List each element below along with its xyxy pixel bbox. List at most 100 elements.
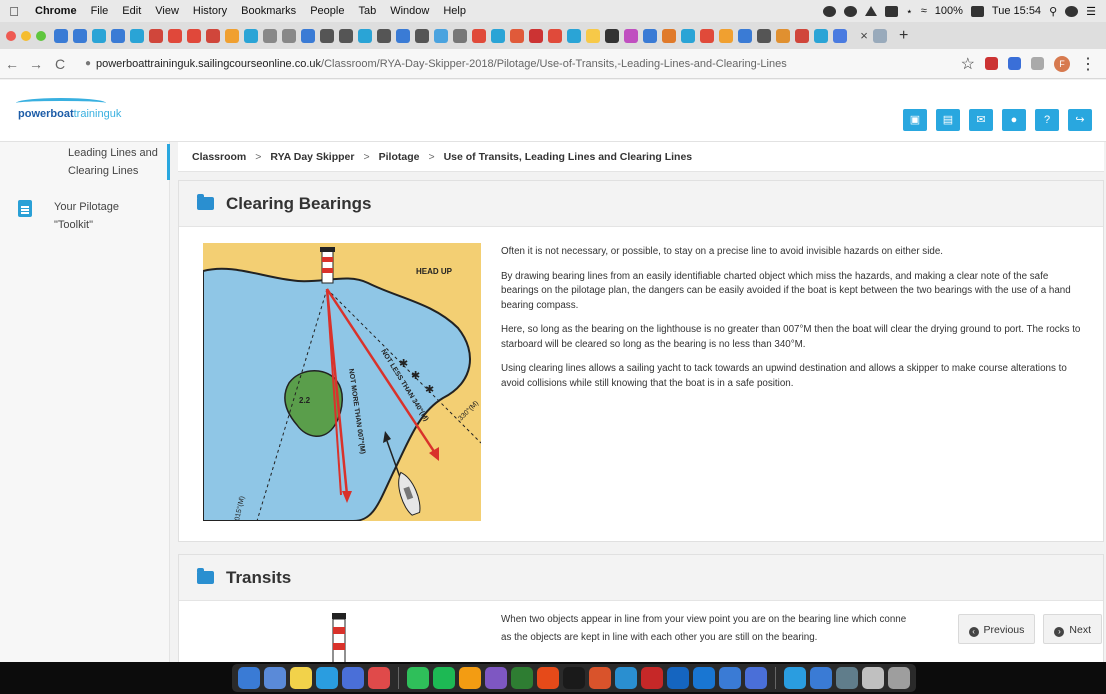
profile-avatar[interactable]: F	[1054, 55, 1070, 72]
dock-app-icon[interactable]	[433, 667, 455, 689]
tab-favicon[interactable]	[377, 28, 391, 43]
menu-app-name[interactable]: Chrome	[28, 5, 84, 17]
tab-favicon[interactable]	[453, 28, 467, 43]
tab-favicon[interactable]	[873, 28, 887, 43]
tab-favicon[interactable]	[605, 28, 619, 43]
back-button[interactable]: ←	[0, 56, 24, 72]
tab-favicon[interactable]	[301, 28, 315, 43]
tab-favicon[interactable]	[776, 28, 790, 43]
tab-favicon[interactable]	[358, 28, 372, 43]
tab-favicon[interactable]	[92, 28, 106, 43]
clock[interactable]: Tue 15:54	[992, 5, 1041, 17]
zoom-window-button[interactable]	[36, 30, 46, 41]
tab-favicon[interactable]	[643, 28, 657, 43]
wifi-icon[interactable]: ≈	[921, 5, 927, 17]
cloud-icon[interactable]	[822, 5, 836, 17]
battery-icon[interactable]	[970, 5, 984, 17]
dock-app-icon[interactable]	[836, 667, 858, 689]
close-tab-icon[interactable]: ×	[855, 28, 873, 43]
menu-bookmarks[interactable]: Bookmarks	[234, 5, 303, 17]
dock-app-icon[interactable]	[745, 667, 767, 689]
dock-app-icon[interactable]	[316, 667, 338, 689]
tab-favicon[interactable]	[339, 28, 353, 43]
site-logo[interactable]: powerboattraininguk	[18, 108, 121, 120]
tab-favicon[interactable]	[434, 28, 448, 43]
dock-app-icon[interactable]	[615, 667, 637, 689]
dock-app-icon[interactable]	[862, 667, 884, 689]
tab-favicon[interactable]	[548, 28, 562, 43]
dock-app-icon[interactable]	[264, 667, 286, 689]
sidebar-item-pilotage-toolkit[interactable]: Your Pilotage "Toolkit"	[0, 198, 170, 234]
extension-icon[interactable]	[985, 57, 998, 70]
mail-icon[interactable]: ✉	[969, 109, 993, 131]
tab-favicon[interactable]	[567, 28, 581, 43]
menu-window[interactable]: Window	[383, 5, 436, 17]
reload-button[interactable]: C	[48, 56, 72, 72]
menu-tab[interactable]: Tab	[351, 5, 383, 17]
tab-favicon[interactable]	[681, 28, 695, 43]
dock-app-icon[interactable]	[589, 667, 611, 689]
menu-view[interactable]: View	[148, 5, 186, 17]
tab-favicon[interactable]	[624, 28, 638, 43]
tab-favicon[interactable]	[472, 28, 486, 43]
dock-app-icon[interactable]	[537, 667, 559, 689]
new-tab-button[interactable]: +	[899, 27, 908, 45]
sidebar-item-leading-lines[interactable]: Leading Lines and Clearing Lines	[0, 144, 170, 180]
extension-icon[interactable]	[1031, 57, 1044, 70]
tab-favicon[interactable]	[510, 28, 524, 43]
tab-favicon[interactable]	[491, 28, 505, 43]
tab-favicon[interactable]	[225, 28, 239, 43]
dock-app-icon[interactable]	[238, 667, 260, 689]
tab-favicon[interactable]	[795, 28, 809, 43]
airplay-icon[interactable]	[884, 5, 898, 17]
user-icon[interactable]: ●	[1002, 109, 1026, 131]
dock-app-icon[interactable]	[693, 667, 715, 689]
tab-favicon[interactable]	[111, 28, 125, 43]
dock-app-icon[interactable]	[641, 667, 663, 689]
menu-people[interactable]: People	[303, 5, 351, 17]
close-window-button[interactable]	[6, 30, 16, 41]
extension-icon[interactable]	[1008, 57, 1021, 70]
menu-edit[interactable]: Edit	[115, 5, 148, 17]
minimize-window-button[interactable]	[21, 30, 31, 41]
dock-app-icon[interactable]	[563, 667, 585, 689]
tab-favicon[interactable]	[263, 28, 277, 43]
tab-favicon[interactable]	[700, 28, 714, 43]
tab-favicon[interactable]	[168, 28, 182, 43]
logout-icon[interactable]: ↪	[1068, 109, 1092, 131]
apple-menu-icon[interactable]: 	[0, 4, 28, 19]
tab-favicon[interactable]	[149, 28, 163, 43]
tab-favicon[interactable]	[73, 28, 87, 43]
cart-icon[interactable]: ▣	[903, 109, 927, 131]
address-bar[interactable]: ● powerboattraininguk.sailingcourseonlin…	[80, 53, 940, 75]
dock-app-icon[interactable]	[810, 667, 832, 689]
tab-favicon[interactable]	[187, 28, 201, 43]
tab-favicon[interactable]	[282, 28, 296, 43]
chrome-menu-icon[interactable]: ⋮	[1080, 54, 1096, 74]
breadcrumb-course[interactable]: RYA Day Skipper	[270, 151, 354, 163]
menu-file[interactable]: File	[84, 5, 116, 17]
dock-app-icon[interactable]	[290, 667, 312, 689]
tab-favicon[interactable]	[206, 28, 220, 43]
bluetooth-icon[interactable]: ⋆	[906, 5, 913, 18]
siri-icon[interactable]	[1065, 5, 1079, 17]
menu-history[interactable]: History	[186, 5, 234, 17]
tab-favicon[interactable]	[130, 28, 144, 43]
spotlight-icon[interactable]: ⚲	[1049, 5, 1057, 18]
help-icon[interactable]: ?	[1035, 109, 1059, 131]
dock-app-icon[interactable]	[784, 667, 806, 689]
breadcrumb-classroom[interactable]: Classroom	[192, 151, 246, 163]
dock-app-icon[interactable]	[667, 667, 689, 689]
notification-center-icon[interactable]: ☰	[1086, 5, 1096, 18]
forward-button[interactable]: →	[24, 56, 48, 72]
lock-icon[interactable]: ●	[80, 58, 96, 69]
dock-app-icon[interactable]	[407, 667, 429, 689]
tab-favicon[interactable]	[833, 28, 847, 43]
dock-app-icon[interactable]	[368, 667, 390, 689]
dock-app-icon[interactable]	[459, 667, 481, 689]
tab-favicon[interactable]	[662, 28, 676, 43]
bookmark-star-icon[interactable]: ☆	[961, 54, 975, 74]
tab-favicon[interactable]	[529, 28, 543, 43]
book-icon[interactable]: ▤	[936, 109, 960, 131]
dock-app-icon[interactable]	[888, 667, 910, 689]
